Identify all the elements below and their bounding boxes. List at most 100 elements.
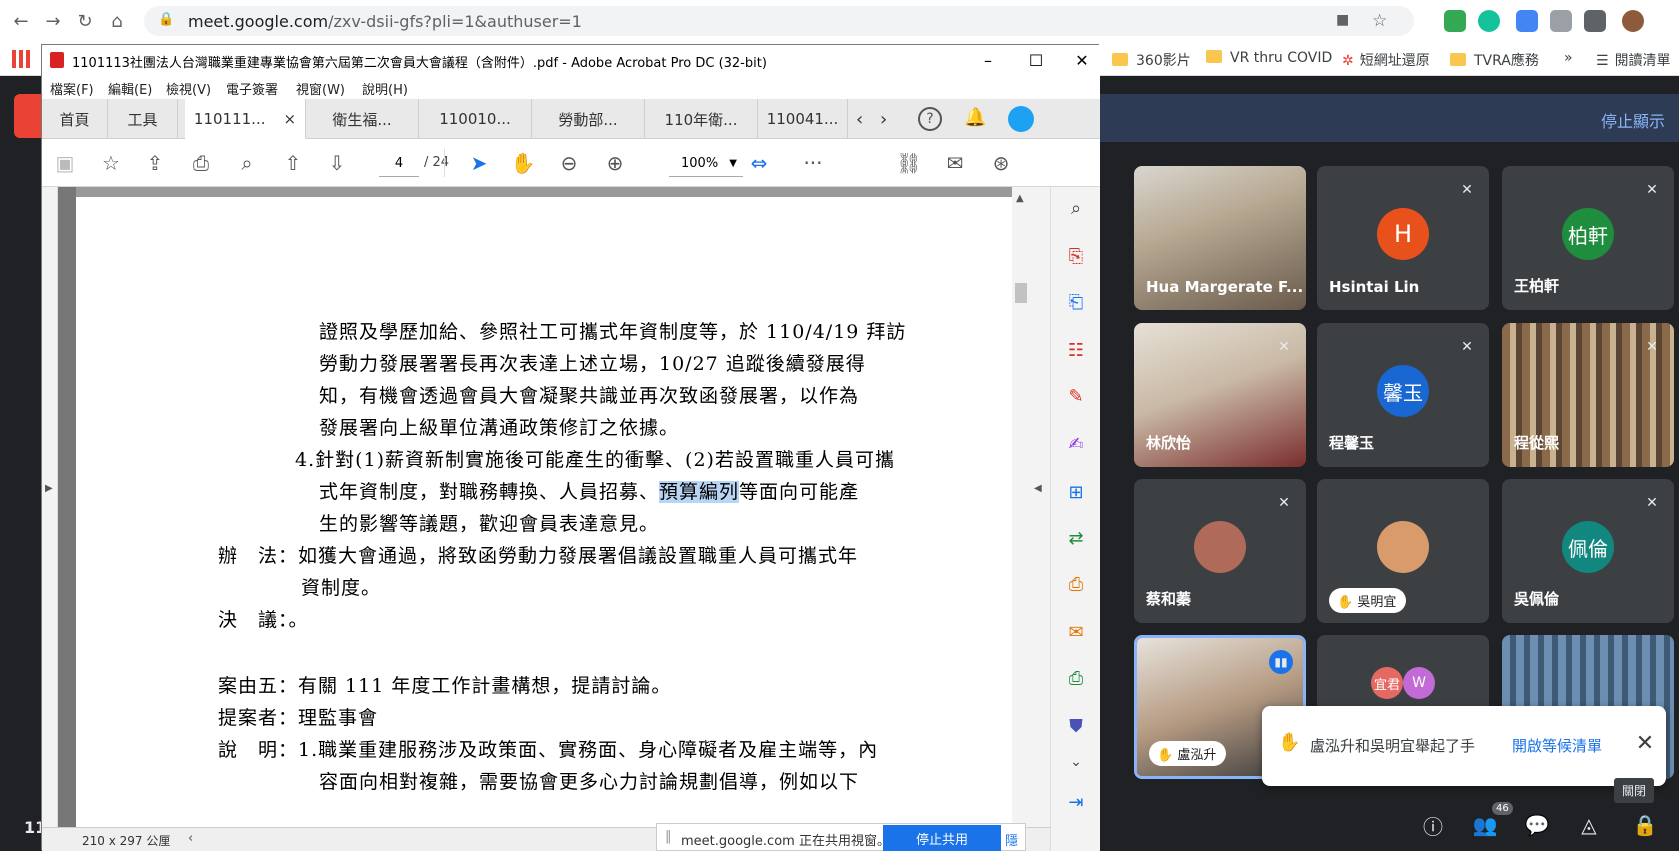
combine-files-icon[interactable]: ⊞ (1061, 477, 1091, 507)
menu-view[interactable]: 檢視(V) (166, 79, 211, 98)
participant-tile[interactable]: ✋ 吳明宜 (1317, 479, 1489, 623)
host-controls-icon[interactable]: 🔒 (1628, 808, 1662, 842)
evernote-extension-icon[interactable] (1444, 10, 1466, 32)
grammarly-extension-icon[interactable] (1478, 10, 1500, 32)
zoom-select[interactable]: 100% ▼ (669, 151, 743, 177)
send-review-icon[interactable]: ⎙ (1061, 569, 1091, 599)
participant-tile[interactable]: ✕ 蔡和蓁 (1134, 479, 1306, 623)
organize-pages-icon[interactable]: ☷ (1061, 335, 1091, 365)
tab-close-icon[interactable]: × (284, 110, 297, 128)
collapse-right-icon[interactable]: ◀ (1034, 483, 1042, 494)
camera-icon[interactable]: ■ (1336, 12, 1349, 28)
help-icon[interactable]: ? (918, 107, 942, 131)
menu-file[interactable]: 檔案(F) (50, 79, 94, 98)
screen-extension-icon[interactable] (1550, 10, 1572, 32)
hide-share-bar-link[interactable]: 隱藏 (1005, 830, 1025, 851)
close-icon[interactable]: ✕ (1630, 728, 1660, 758)
tab-document[interactable]: 110年衛... (645, 99, 758, 139)
email-icon[interactable]: ✉ (940, 148, 970, 178)
chevron-down-icon[interactable]: ⌄ (1061, 747, 1091, 777)
account-avatar[interactable] (1008, 106, 1034, 132)
bookmark-star-icon[interactable]: ☆ (1372, 11, 1387, 31)
tab-home[interactable]: 首頁 (42, 99, 108, 139)
address-bar[interactable]: 🔒 meet.google.com/zxv-dsii-gfs?pli=1&aut… (144, 6, 1414, 36)
select-cursor-icon[interactable]: ➤ (464, 148, 494, 178)
participant-tile[interactable]: ✕ 程從熙 (1502, 323, 1674, 467)
zoom-tool-icon[interactable]: ⌕ (1061, 193, 1091, 223)
export-pdf-icon[interactable]: ⎗ (1061, 287, 1091, 317)
extensions-puzzle-icon[interactable] (1584, 10, 1606, 32)
tab-tools[interactable]: 工具 (108, 99, 178, 139)
chat-icon[interactable]: 💬 (1520, 808, 1554, 842)
tab-next-icon[interactable]: › (880, 109, 887, 130)
participant-tile[interactable]: ✕ H Hsintai Lin (1317, 166, 1489, 310)
comment-icon[interactable]: ✉ (1061, 617, 1091, 647)
prev-page-icon[interactable]: ⇧ (278, 148, 308, 178)
vertical-scrollbar[interactable]: ▲ (1012, 187, 1030, 827)
menu-help[interactable]: 說明(H) (362, 79, 408, 98)
tab-document[interactable]: 勞動部... (532, 99, 645, 139)
back-icon[interactable]: ← (8, 8, 34, 34)
participant-tile[interactable]: ✕ 佩倫 吳佩倫 (1502, 479, 1674, 623)
info-icon[interactable]: ⓘ (1416, 808, 1450, 842)
tab-document[interactable]: 110010... (419, 99, 532, 139)
home-icon[interactable]: ⌂ (104, 8, 130, 34)
zoom-out-icon[interactable]: ⊖ (554, 148, 584, 178)
reload-icon[interactable]: ↻ (72, 8, 98, 34)
participant-tile[interactable]: ✕ 柏軒 王柏軒 (1502, 166, 1674, 310)
apps-grid-icon[interactable] (12, 50, 30, 68)
page-number-input[interactable]: 4 (379, 151, 419, 177)
profile-avatar[interactable] (1622, 10, 1644, 32)
close-window-icon[interactable]: ✕ (1058, 45, 1106, 75)
lock-icon[interactable]: 🔒 (158, 12, 174, 27)
scroll-left-icon[interactable]: ‹ (188, 831, 193, 846)
more-tools-icon[interactable]: ··· (798, 148, 828, 178)
bookmark-item[interactable]: TVRA應務 (1450, 50, 1539, 70)
menu-edit[interactable]: 編輯(E) (108, 79, 152, 98)
bookmark-item[interactable]: ✲ 短網址還原 (1342, 50, 1430, 70)
collapse-pane-icon[interactable]: ⇥ (1061, 787, 1091, 817)
docs-extension-icon[interactable] (1516, 10, 1538, 32)
menu-esign[interactable]: 電子簽署 (226, 79, 278, 98)
hand-tool-icon[interactable]: ✋ (508, 148, 538, 178)
share-link-icon[interactable]: ⛓ (894, 148, 924, 178)
notification-bell-icon[interactable]: 🔔 (964, 107, 986, 128)
participant-tile[interactable]: ✕ 林欣怡 (1134, 323, 1306, 467)
participant-tile[interactable]: ✕ 馨玉 程馨玉 (1317, 323, 1489, 467)
maximize-icon[interactable]: ☐ (1012, 45, 1060, 75)
tab-document[interactable]: 衛生福... (306, 99, 419, 139)
print-production-icon[interactable]: ⎙ (1061, 663, 1091, 693)
save-icon[interactable]: ▣ (50, 148, 80, 178)
bookmark-star-icon[interactable]: ☆ (96, 148, 126, 178)
bookmark-item[interactable]: 360影片 (1112, 50, 1191, 70)
minimize-icon[interactable]: – (964, 45, 1012, 75)
add-user-icon[interactable]: ⊛ (986, 148, 1016, 178)
participant-tile[interactable]: Hua Margerate F... (1134, 166, 1306, 310)
scroll-up-icon[interactable]: ▲ (1016, 193, 1024, 204)
tab-document[interactable]: 110041... (758, 99, 848, 139)
edit-pdf-icon[interactable]: ✎ (1061, 381, 1091, 411)
next-page-icon[interactable]: ⇩ (322, 148, 352, 178)
tab-prev-icon[interactable]: ‹ (856, 109, 863, 130)
stop-sharing-button[interactable]: 停止共用 (883, 825, 1001, 851)
collapse-right-strip[interactable]: ◀ (1030, 187, 1050, 827)
print-icon[interactable]: ⎙ (186, 148, 216, 178)
zoom-in-icon[interactable]: ⊕ (600, 148, 630, 178)
scroll-thumb[interactable] (1015, 283, 1027, 303)
stop-presenting-button[interactable]: 停止顯示 (1601, 108, 1665, 132)
bookmark-item[interactable]: VR thru COVID (1206, 50, 1332, 66)
protect-icon[interactable]: ⛊ (1061, 711, 1091, 741)
open-queue-link[interactable]: 開啟等候清單 (1512, 735, 1602, 756)
bookmarks-more[interactable]: » (1564, 50, 1573, 66)
drag-handle-icon[interactable]: ‖ (665, 829, 672, 844)
forward-icon[interactable]: → (40, 8, 66, 34)
left-panel-strip[interactable]: ▶ (42, 187, 58, 851)
fit-page-icon[interactable]: ⇔ (744, 148, 774, 178)
fill-sign-icon[interactable]: ✍ (1061, 429, 1091, 459)
zoom-search-icon[interactable]: ⌕ (232, 148, 262, 178)
tab-document-active[interactable]: 110111... × (185, 99, 306, 139)
reading-list[interactable]: ☰ 閱讀清單 (1596, 50, 1671, 70)
activities-icon[interactable]: ◬ (1572, 808, 1606, 842)
create-pdf-icon[interactable]: ⎘ (1061, 241, 1091, 271)
expand-left-icon[interactable]: ▶ (45, 483, 53, 494)
